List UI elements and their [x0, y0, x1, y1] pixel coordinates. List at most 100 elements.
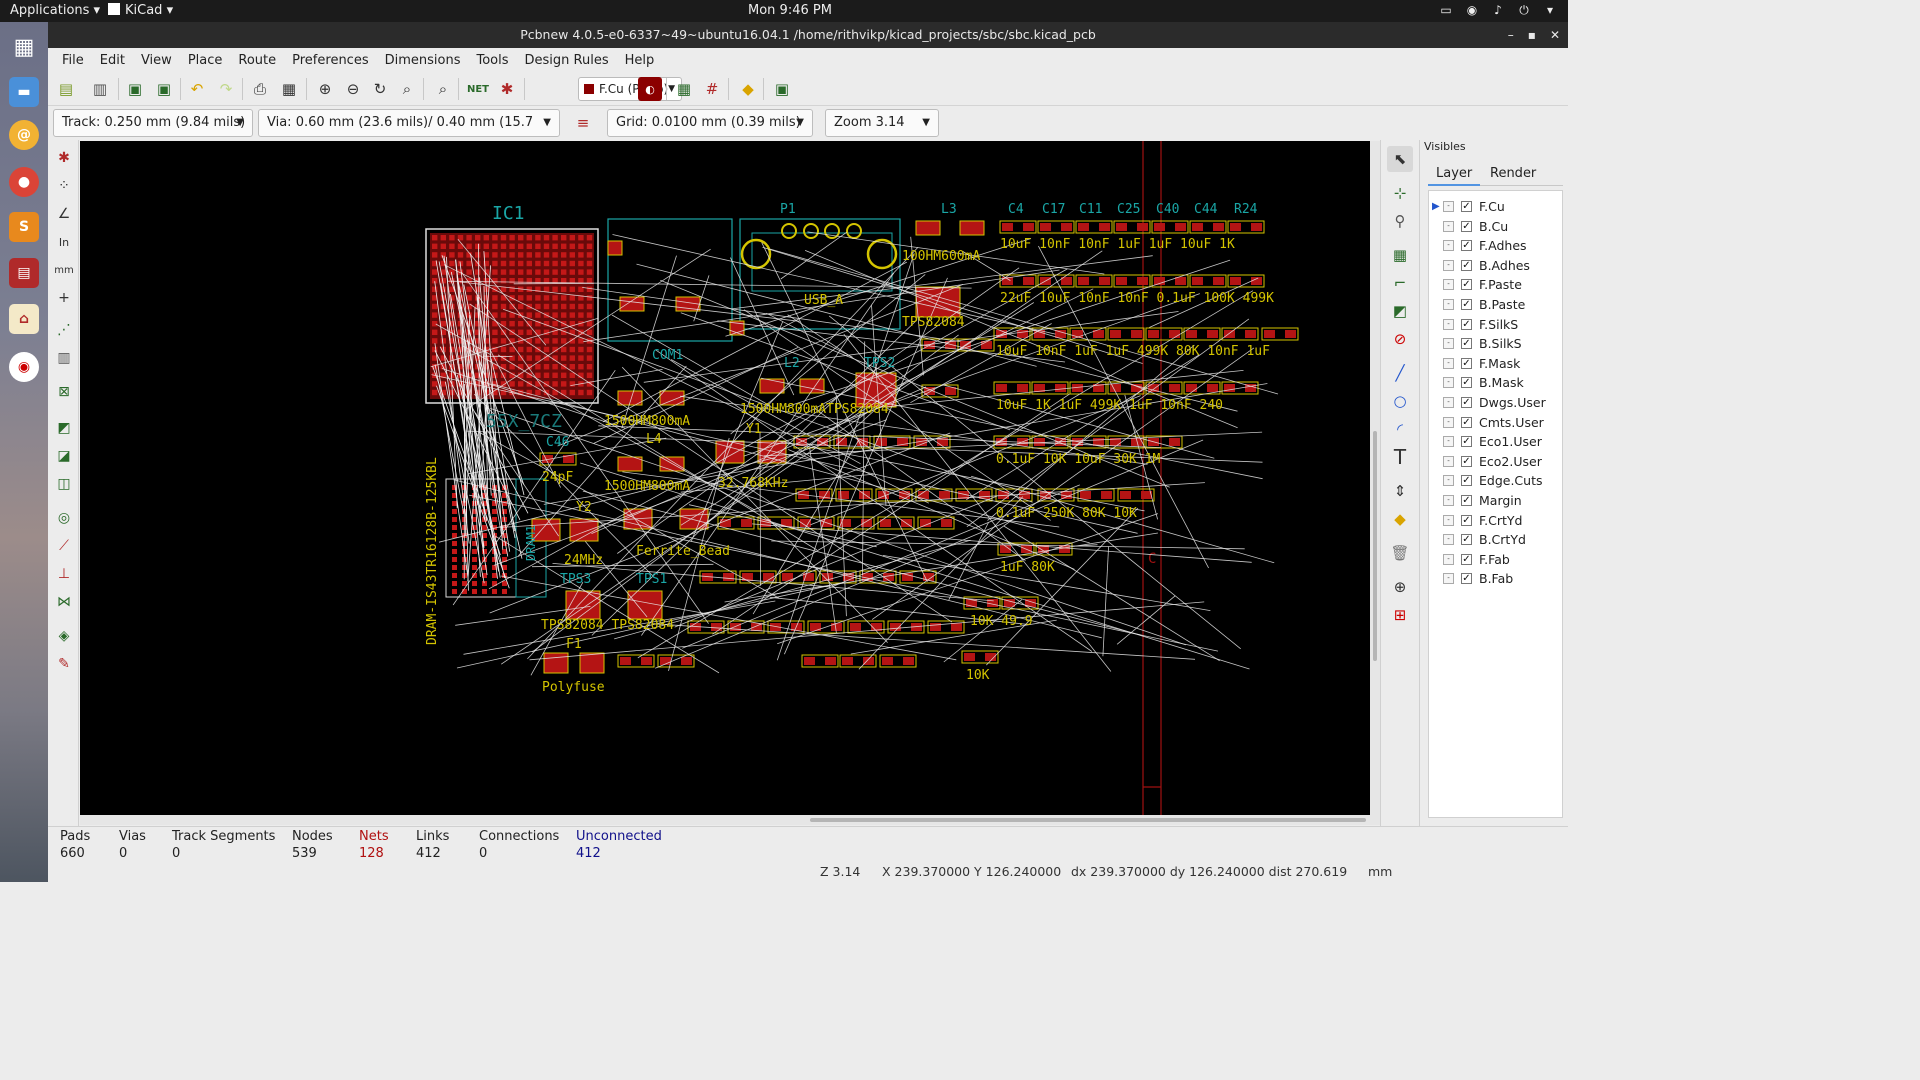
zoom-in-icon[interactable]: ⊕	[313, 77, 337, 101]
grid-origin-icon[interactable]: ⊞	[1387, 602, 1413, 628]
page-settings-icon[interactable]: ▥	[88, 77, 112, 101]
layer-visible-checkbox[interactable]: ✓	[1461, 436, 1472, 448]
layer-row[interactable]: - ✓ B.Paste	[1429, 295, 1562, 314]
layer-color-swatch[interactable]: -	[1443, 299, 1454, 310]
layer-row[interactable]: - ✓ F.Adhes	[1429, 236, 1562, 255]
delete-icon[interactable]: 🗑	[1387, 540, 1413, 566]
viewer-icon[interactable]: ◉	[9, 352, 39, 382]
layer-visible-checkbox[interactable]: ✓	[1461, 514, 1472, 526]
layer-visible-checkbox[interactable]: ✓	[1461, 534, 1472, 546]
set-origin-icon[interactable]: ⊕	[1387, 574, 1413, 600]
menu-preferences[interactable]: Preferences	[284, 53, 376, 68]
layer-visible-checkbox[interactable]: ✓	[1461, 455, 1472, 467]
layer-color-swatch[interactable]: -	[1443, 338, 1454, 350]
new-board-icon[interactable]: ▤	[54, 77, 78, 101]
kicad-app-menu[interactable]: KiCad ▾	[108, 3, 173, 18]
menu-design-rules[interactable]: Design Rules	[517, 53, 617, 68]
layer-row[interactable]: - ✓ B.Adhes	[1429, 256, 1562, 275]
layer-visible-checkbox[interactable]: ✓	[1461, 475, 1472, 487]
layer-color-swatch[interactable]: -	[1443, 534, 1454, 546]
menu-view[interactable]: View	[133, 53, 180, 68]
menu-edit[interactable]: Edit	[92, 53, 133, 68]
keepout-area-icon[interactable]: ⊘	[1387, 326, 1413, 352]
layer-visible-checkbox[interactable]: ✓	[1461, 201, 1472, 212]
layer-visible-checkbox[interactable]: ✓	[1461, 495, 1472, 506]
open-module-viewer-icon[interactable]: ▣	[152, 77, 176, 101]
layer-row[interactable]: - ✓ B.Fab	[1429, 569, 1562, 588]
layer-row[interactable]: - ✓ F.SilkS	[1429, 315, 1562, 334]
plot-icon[interactable]: ▦	[277, 77, 301, 101]
layer-visible-checkbox[interactable]: ✓	[1461, 259, 1472, 271]
highlight-net-icon[interactable]: ⊹	[1387, 180, 1413, 206]
layer-color-swatch[interactable]: -	[1443, 318, 1454, 330]
layer-visible-checkbox[interactable]: ✓	[1461, 279, 1472, 291]
module-ratsnest-icon[interactable]: ▥	[52, 346, 76, 370]
layer-color-swatch[interactable]: -	[1443, 475, 1454, 487]
layer-visible-checkbox[interactable]: ✓	[1461, 318, 1472, 330]
layer-row[interactable]: ▶ - ✓ F.Cu	[1429, 197, 1562, 216]
cursor-shape-icon[interactable]: +	[52, 286, 76, 310]
layer-row[interactable]: - ✓ B.Mask	[1429, 373, 1562, 392]
layer-row[interactable]: - ✓ Cmts.User	[1429, 413, 1562, 432]
menu-file[interactable]: File	[54, 53, 92, 68]
layer-row[interactable]: - ✓ Eco1.User	[1429, 432, 1562, 451]
zones-disable-icon[interactable]: ◫	[52, 472, 76, 496]
layer-row[interactable]: - ✓ F.Mask	[1429, 354, 1562, 373]
maximize-icon[interactable]: ▪	[1528, 22, 1536, 48]
menu-dimensions[interactable]: Dimensions	[377, 53, 469, 68]
layer-visible-checkbox[interactable]: ✓	[1461, 357, 1472, 369]
files-icon[interactable]: ▬	[9, 77, 39, 107]
layer-color-swatch[interactable]: -	[1443, 201, 1454, 212]
auto-delete-track-icon[interactable]: ⊠	[52, 380, 76, 404]
draw-circle-icon[interactable]: ○	[1387, 388, 1413, 414]
applications-menu[interactable]: Applications ▾	[10, 3, 100, 18]
layer-color-swatch[interactable]: -	[1443, 220, 1454, 232]
mode-track-icon[interactable]: #	[700, 77, 724, 101]
layer-row[interactable]: - ✓ B.Cu	[1429, 217, 1562, 236]
layer-color-swatch[interactable]: -	[1443, 279, 1454, 291]
track-width-select[interactable]: Track: 0.250 mm (9.84 mils) * ▼	[53, 109, 253, 156]
layer-color-swatch[interactable]: -	[1443, 240, 1454, 252]
add-target-icon[interactable]: ◆	[1387, 506, 1413, 532]
network-icon[interactable]: ◉	[1464, 2, 1480, 18]
power-icon[interactable]: ⏻	[1516, 2, 1532, 18]
mode-footprint-icon[interactable]: ▦	[672, 77, 696, 101]
add-dimension-icon[interactable]: ⇕	[1387, 478, 1413, 504]
menu-place[interactable]: Place	[180, 53, 231, 68]
layer-row[interactable]: - ✓ B.SilkS	[1429, 334, 1562, 353]
sublime-icon[interactable]: S	[9, 212, 39, 242]
autorouter-icon[interactable]: ◆	[736, 77, 760, 101]
route-track-icon[interactable]: ⌐	[1387, 270, 1413, 296]
zones-outline-icon[interactable]: ◪	[52, 444, 76, 468]
layer-color-swatch[interactable]: -	[1443, 514, 1454, 526]
layer-color-swatch[interactable]: -	[1443, 377, 1454, 389]
pad-sketch-icon[interactable]: ◎	[52, 506, 76, 530]
layer-color-swatch[interactable]: -	[1443, 553, 1454, 565]
local-ratsnest-icon[interactable]: ⚲	[1387, 208, 1413, 234]
units-mm-icon[interactable]: mm	[52, 258, 76, 282]
layer-row[interactable]: - ✓ F.CrtYd	[1429, 511, 1562, 530]
layer-color-swatch[interactable]: -	[1443, 455, 1454, 467]
zoom-fit-icon[interactable]: ⌕	[395, 77, 419, 101]
add-footprint-icon[interactable]: ▦	[1387, 242, 1413, 268]
layer-color-swatch[interactable]: -	[1443, 573, 1454, 585]
chrome-icon[interactable]: ●	[9, 167, 39, 197]
menu-route[interactable]: Route	[230, 53, 284, 68]
horizontal-scrollbar[interactable]	[80, 815, 1370, 825]
layer-color-swatch[interactable]: -	[1443, 357, 1454, 369]
layer-row[interactable]: - ✓ F.Paste	[1429, 275, 1562, 294]
dropdown-icon[interactable]: ▾	[1542, 2, 1558, 18]
layer-color-swatch[interactable]: -	[1443, 436, 1454, 448]
auto-track-width-icon[interactable]: ≡	[571, 111, 595, 135]
drc-icon[interactable]: ✱	[495, 77, 519, 101]
microwave-toolbar-icon[interactable]: ◈	[52, 624, 76, 648]
select-arrow-icon[interactable]: ⬉	[1387, 146, 1413, 172]
polar-coords-icon[interactable]: ∠	[52, 202, 76, 226]
draw-arc-icon[interactable]: ◜	[1387, 416, 1413, 442]
drc-off-icon[interactable]: ✱	[52, 146, 76, 170]
layer-row[interactable]: - ✓ Edge.Cuts	[1429, 471, 1562, 490]
layer-row[interactable]: - ✓ Dwgs.User	[1429, 393, 1562, 412]
layer-color-swatch[interactable]: -	[1443, 397, 1454, 408]
units-inch-icon[interactable]: In	[52, 230, 76, 254]
draw-line-icon[interactable]: ╱	[1387, 360, 1413, 386]
